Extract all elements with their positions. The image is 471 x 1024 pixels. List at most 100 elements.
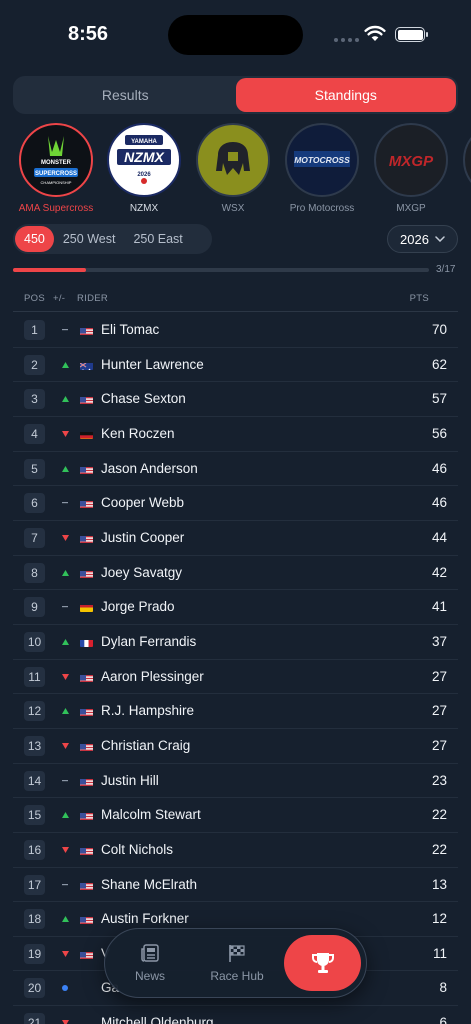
rider-points: 22: [431, 841, 447, 857]
dynamic-island: [168, 15, 303, 55]
tab-race-hub[interactable]: Race Hub: [201, 929, 273, 997]
rider-name: Jorge Prado: [101, 599, 175, 615]
rider-name: Cooper Webb: [101, 495, 185, 511]
series-name: AMA Supercross: [18, 203, 94, 214]
position-badge: 6: [24, 493, 45, 514]
position-badge: 10: [24, 631, 45, 652]
rider-name: Mitchell Oldenburg: [101, 1015, 214, 1024]
us-flag-icon: [80, 914, 93, 925]
trend-down-icon: [60, 670, 70, 684]
header-rider: RIDER: [77, 293, 109, 304]
standings-list: 1 Eli Tomac 70 2 Hunter Lawrence 62 3 Ch…: [13, 313, 458, 1024]
us-flag-icon: [80, 498, 93, 509]
standings-row[interactable]: 6 Cooper Webb 46: [13, 486, 458, 521]
trend-down-icon: [60, 843, 70, 857]
standings-row[interactable]: 14 Justin Hill 23: [13, 764, 458, 799]
rider-points: 46: [431, 460, 447, 476]
us-flag-icon: [80, 568, 93, 578]
chevron-down-icon: [435, 236, 445, 242]
class-250-east[interactable]: 250 East: [124, 226, 191, 252]
standings-row[interactable]: 4 Ken Roczen 56: [13, 417, 458, 452]
series-pro-motocross[interactable]: MOTOCROSS Pro Motocross: [282, 123, 362, 214]
position-badge: 7: [24, 527, 45, 548]
rider-points: 12: [431, 911, 447, 927]
year-dropdown[interactable]: 2026: [387, 225, 458, 253]
au-flag-icon: [80, 360, 93, 370]
standings-row[interactable]: 11 Aaron Plessinger 27: [13, 660, 458, 695]
trend-same-icon: [60, 496, 70, 510]
trend-same-icon: [60, 774, 70, 788]
rider-points: 41: [431, 599, 447, 615]
standings-row[interactable]: 21 Mitchell Oldenburg 6: [13, 1006, 458, 1024]
tab-standings[interactable]: Standings: [235, 78, 456, 112]
trend-down-icon: [60, 1016, 70, 1024]
rider-points: 23: [431, 772, 447, 788]
rider-name: Aaron Plessinger: [101, 668, 204, 684]
tab-standings-trophy[interactable]: [284, 935, 361, 991]
country-flag-icon: [80, 1018, 93, 1024]
series-name: MXGP: [396, 203, 426, 214]
trend-up-icon: [60, 566, 70, 580]
season-progress-bar: [13, 268, 429, 272]
country-flag-icon: [80, 983, 93, 993]
trend-same-icon: [60, 878, 70, 892]
rider-name: Hunter Lawrence: [101, 356, 204, 372]
rider-points: 22: [431, 807, 447, 823]
logo-text-championship: CHAMPIONSHIP: [41, 180, 72, 185]
logo-text-mxgp: MXGP: [389, 153, 434, 170]
tab-race-hub-label: Race Hub: [210, 969, 264, 983]
rider-points: 57: [431, 391, 447, 407]
wsx-logo: [196, 123, 270, 197]
trend-up-icon: [60, 704, 70, 718]
position-badge: 9: [24, 597, 45, 618]
standings-row[interactable]: 13 Christian Craig 27: [13, 729, 458, 764]
position-badge: 5: [24, 458, 45, 479]
view-switcher: Results Standings: [13, 76, 458, 114]
standings-row[interactable]: 8 Joey Savatgy 42: [13, 556, 458, 591]
standings-row[interactable]: 16 Colt Nichols 22: [13, 833, 458, 868]
trend-up-icon: [60, 912, 70, 926]
trend-up-icon: [60, 635, 70, 649]
series-wsx[interactable]: WSX: [193, 123, 273, 214]
rider-name: Justin Hill: [101, 772, 159, 788]
standings-row[interactable]: 7 Justin Cooper 44: [13, 521, 458, 556]
cellular-signal-icon: [334, 38, 359, 42]
standings-row[interactable]: 9 Jorge Prado 41: [13, 590, 458, 625]
mxgp-logo: MXGP: [374, 123, 448, 197]
position-badge: 2: [24, 354, 45, 375]
class-450[interactable]: 450: [15, 226, 54, 252]
rider-name: Ken Roczen: [101, 425, 175, 441]
rider-name: Dylan Ferrandis: [101, 633, 197, 649]
es-flag-icon: [80, 602, 93, 613]
series-ama-supercross[interactable]: MONSTER SUPERCROSS CHAMPIONSHIP AMA Supe…: [16, 123, 96, 214]
standings-row[interactable]: 1 Eli Tomac 70: [13, 313, 458, 348]
standings-row[interactable]: 12 R.J. Hampshire 27: [13, 694, 458, 729]
standings-row[interactable]: 15 Malcolm Stewart 22: [13, 798, 458, 833]
trend-new-icon: [60, 981, 70, 995]
us-flag-icon: [80, 810, 93, 821]
standings-row[interactable]: 2 Hunter Lawrence 62: [13, 348, 458, 383]
wifi-icon: [364, 25, 386, 41]
position-badge: 16: [24, 839, 45, 860]
position-badge: 13: [24, 735, 45, 756]
series-mxgp[interactable]: MXGP MXGP: [371, 123, 451, 214]
us-flag-icon: [80, 672, 93, 682]
tab-results[interactable]: Results: [15, 78, 236, 112]
standings-row[interactable]: 10 Dylan Ferrandis 37: [13, 625, 458, 660]
us-flag-icon: [80, 533, 93, 543]
series-more[interactable]: [460, 123, 471, 197]
series-nzmx[interactable]: YAMAHA NZMX 2026 NZMX: [104, 123, 184, 214]
standings-row[interactable]: 17 Shane McElrath 13: [13, 868, 458, 903]
standings-row[interactable]: 5 Jason Anderson 46: [13, 452, 458, 487]
rider-name: Austin Forkner: [101, 911, 189, 927]
rider-points: 6: [439, 1015, 447, 1024]
class-250-west[interactable]: 250 West: [54, 226, 125, 252]
checkered-flag-icon: [229, 945, 245, 962]
trend-up-icon: [60, 358, 70, 372]
de-flag-icon: [80, 429, 93, 439]
tab-news[interactable]: News: [120, 929, 180, 997]
trophy-icon: [311, 953, 334, 973]
rider-points: 70: [431, 322, 447, 337]
logo-text-yamaha: YAMAHA: [131, 139, 157, 145]
standings-row[interactable]: 3 Chase Sexton 57: [13, 382, 458, 417]
